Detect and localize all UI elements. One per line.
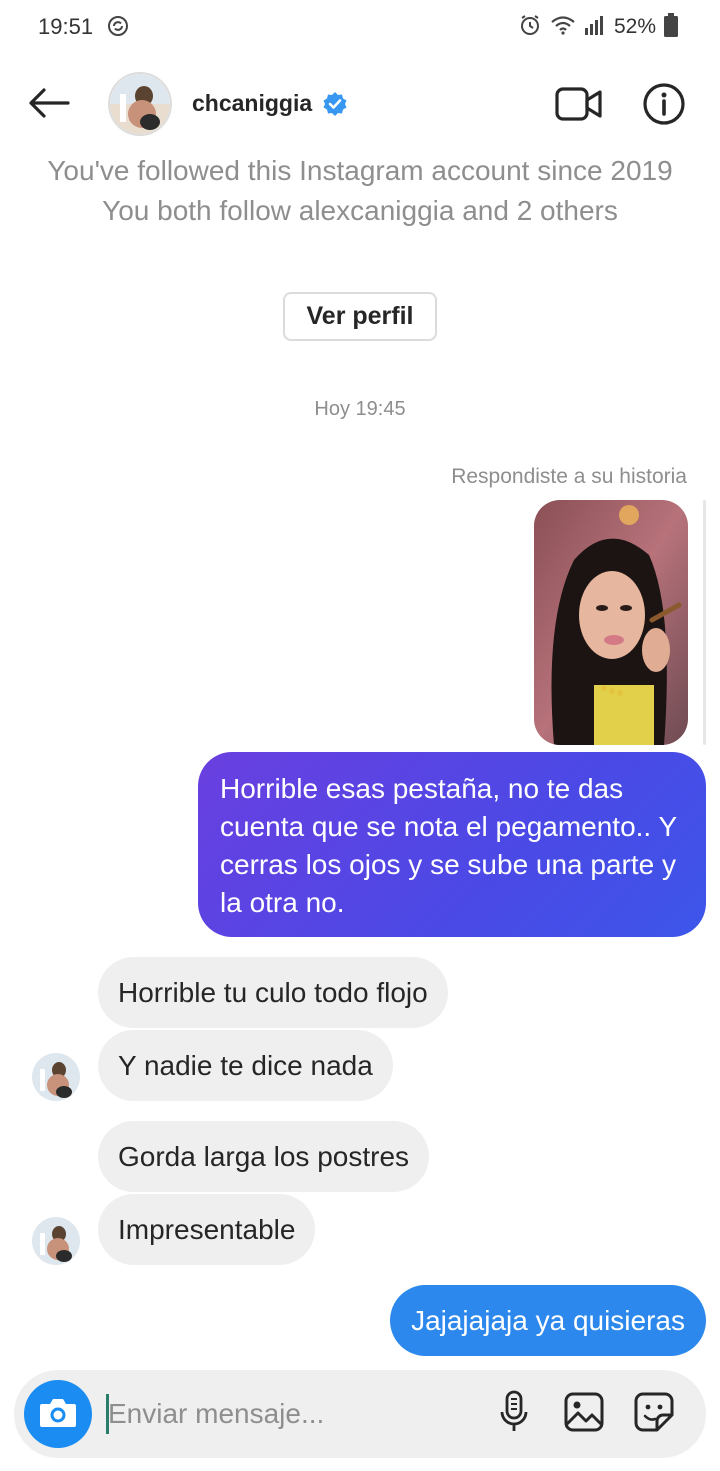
gallery-icon: [563, 1391, 605, 1438]
message-composer: [14, 1370, 706, 1458]
microphone-button[interactable]: [496, 1390, 532, 1438]
back-button[interactable]: [24, 80, 74, 130]
status-bar: 19:51 52%: [0, 0, 720, 58]
message-input[interactable]: [108, 1392, 468, 1436]
sent-message-bubble[interactable]: Horrible esas pestaña, no te das cuenta …: [198, 752, 706, 937]
story-reply-label: Respondiste a su historia: [451, 465, 687, 488]
battery-icon: [664, 12, 678, 42]
story-thumbnail[interactable]: [534, 500, 688, 745]
signal-icon: [584, 14, 606, 41]
info-button[interactable]: [638, 80, 690, 132]
microphone-icon: [499, 1390, 529, 1439]
story-reply-indicator: [703, 500, 706, 745]
mutual-follow-text: You both follow alexcaniggia and 2 other…: [102, 195, 618, 226]
follow-info: You've followed this Instagram account s…: [30, 152, 690, 230]
view-profile-button[interactable]: Ver perfil: [283, 292, 437, 341]
sent-message-bubble[interactable]: Jajajajaja ya quisieras: [390, 1285, 706, 1356]
camera-icon: [38, 1395, 78, 1434]
status-time: 19:51: [38, 14, 94, 39]
sync-icon: [106, 14, 130, 38]
alarm-icon: [518, 13, 542, 42]
sender-avatar[interactable]: [32, 1217, 80, 1265]
sticker-icon: [633, 1391, 675, 1438]
username[interactable]: chcaniggia: [192, 90, 312, 117]
video-call-button[interactable]: [552, 82, 606, 130]
camera-button[interactable]: [24, 1380, 92, 1448]
sender-avatar[interactable]: [32, 1053, 80, 1101]
received-message-bubble[interactable]: Y nadie te dice nada: [98, 1030, 393, 1101]
avatar[interactable]: [108, 72, 172, 136]
follow-since-text: You've followed this Instagram account s…: [47, 155, 673, 186]
verified-badge-icon: [322, 91, 348, 117]
received-message-bubble[interactable]: Impresentable: [98, 1194, 316, 1265]
info-icon: [642, 82, 686, 131]
wifi-icon: [550, 14, 576, 41]
status-indicators: 52%: [518, 12, 678, 42]
gallery-button[interactable]: [562, 1392, 606, 1436]
battery-percentage: 52%: [613, 15, 656, 38]
message-timestamp: Hoy 19:45: [314, 398, 406, 420]
chat-header: chcaniggia: [0, 58, 720, 150]
back-arrow-icon: [28, 87, 70, 124]
received-message-bubble[interactable]: Gorda larga los postres: [98, 1121, 430, 1192]
sticker-button[interactable]: [632, 1392, 676, 1436]
video-call-icon: [555, 86, 603, 127]
received-message-bubble[interactable]: Horrible tu culo todo flojo: [98, 957, 448, 1028]
